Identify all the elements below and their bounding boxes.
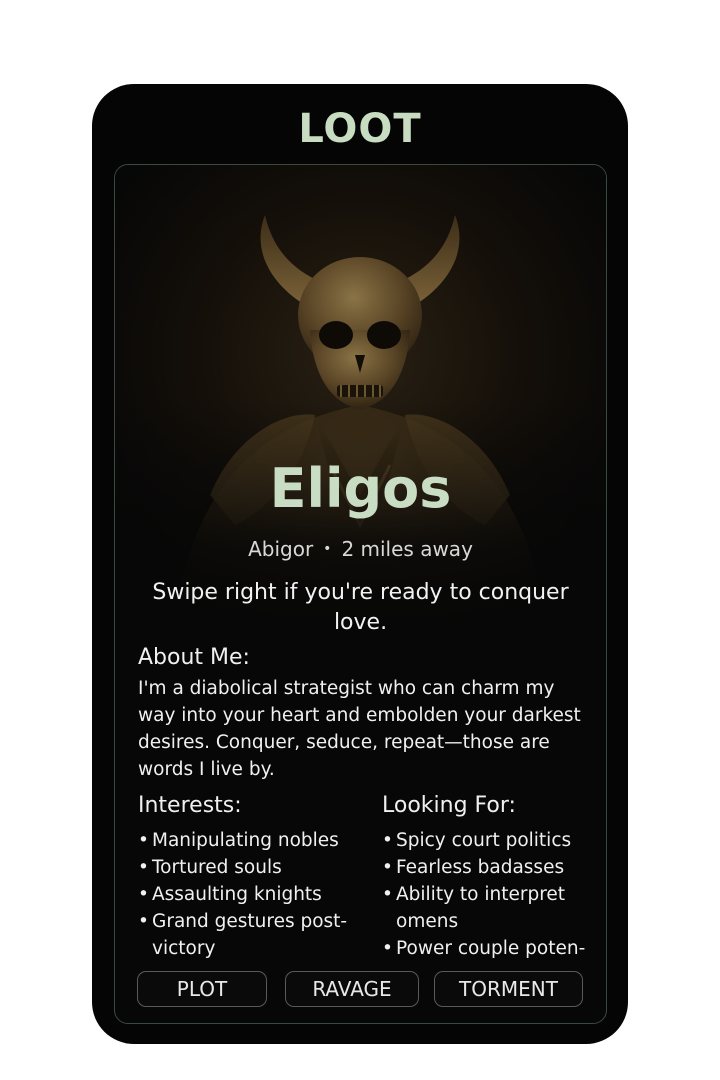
interests-list: Manipulating nobles Tortured souls Assau… — [138, 827, 373, 962]
interest-item: Grand gestures post-victory — [138, 908, 373, 962]
profile-distance: 2 miles away — [341, 537, 473, 561]
interests-heading: Interests: — [138, 793, 242, 818]
looking-for-section: Looking For: Spicy court politics Fearle… — [382, 793, 597, 962]
looking-for-item: Spicy court politics — [382, 827, 597, 854]
profile-tagline: Swipe right if you're ready to conquer l… — [152, 580, 569, 635]
separator-dot: • — [323, 541, 332, 557]
profile-photo — [115, 165, 606, 635]
looking-for-item: Fearless badasses — [382, 854, 597, 881]
interest-item: Manipulating nobles — [138, 827, 373, 854]
torment-button[interactable]: TORMENT — [434, 971, 583, 1007]
profile-alias: Abigor — [248, 537, 314, 561]
looking-for-heading: Looking For: — [382, 793, 516, 818]
looking-for-item: Power couple poten- — [382, 935, 597, 962]
ravage-button[interactable]: RAVAGE — [285, 971, 419, 1007]
app-title: LOOT — [298, 106, 422, 152]
looking-for-item: Ability to interpret omens — [382, 881, 597, 935]
interest-item: Tortured souls — [138, 854, 373, 881]
profile-card[interactable]: Eligos Abigor • 2 miles away Swipe right i… — [114, 164, 607, 1024]
action-bar: PLOT RAVAGE TORMENT — [137, 971, 584, 1009]
interests-section: Interests: Manipulating nobles Tortured … — [138, 793, 373, 962]
interest-item: Assaulting knights — [138, 881, 373, 908]
plot-button[interactable]: PLOT — [137, 971, 267, 1007]
looking-for-list: Spicy court politics Fearless badasses A… — [382, 827, 597, 962]
about-text: I'm a diabolical strategist who can char… — [138, 678, 581, 780]
profile-meta: Abigor • 2 miles away — [115, 537, 606, 561]
about-heading: About Me: — [138, 645, 250, 670]
profile-name: Eligos — [269, 457, 452, 520]
phone-screen: LOOT Eligos Abigor • 2 miles away Swipe … — [92, 84, 628, 1044]
